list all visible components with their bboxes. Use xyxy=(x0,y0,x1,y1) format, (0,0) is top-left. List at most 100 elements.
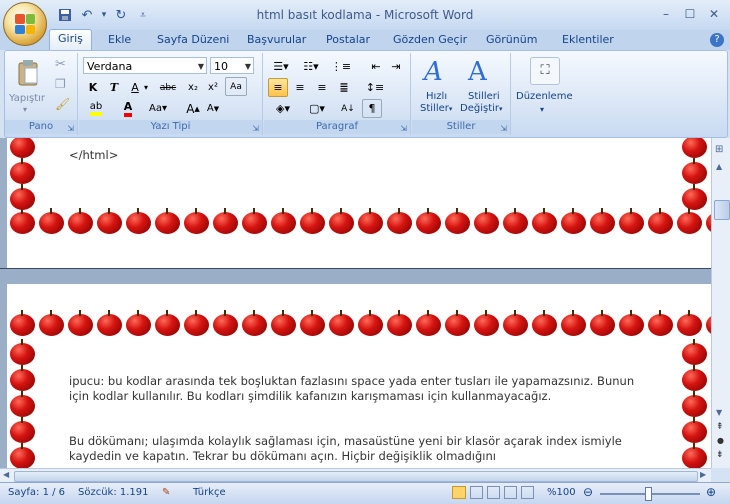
quick-styles-button[interactable]: Stiller▾ xyxy=(420,103,452,114)
vertical-scrollbar[interactable]: ⊞ ▲ ▼ ⇞ ● ⇟ xyxy=(711,138,730,468)
decrease-indent-icon[interactable]: ⇤ xyxy=(366,57,386,76)
shrink-font-icon[interactable]: A ▼ xyxy=(203,99,223,118)
scroll-left-icon[interactable]: ◀ xyxy=(3,470,9,479)
previous-page-icon[interactable]: ⇞ xyxy=(716,422,724,432)
justify-icon[interactable]: ≣ xyxy=(334,78,354,97)
apple-border-icon xyxy=(9,158,36,185)
font-size-combo[interactable]: 10 ▼ xyxy=(210,57,254,74)
help-icon[interactable]: ? xyxy=(710,33,724,47)
numbering-icon[interactable]: ☷▾ xyxy=(298,57,324,76)
tab-basvurular[interactable]: Başvurular xyxy=(247,33,306,46)
apple-border-icon xyxy=(125,208,152,235)
change-styles-icon[interactable]: A xyxy=(468,57,487,87)
font-name-combo[interactable]: Verdana ▼ xyxy=(83,57,207,74)
paste-label[interactable]: Yapıştır xyxy=(9,93,45,104)
quick-styles-label-1[interactable]: Hızlı xyxy=(426,91,447,102)
align-center-icon[interactable]: ≡ xyxy=(290,78,310,97)
full-screen-reading-icon[interactable] xyxy=(470,486,483,499)
apple-border-icon xyxy=(531,310,558,337)
scroll-right-icon[interactable]: ▶ xyxy=(700,470,706,479)
scroll-thumb[interactable] xyxy=(714,200,730,220)
maximize-button[interactable]: ☐ xyxy=(678,5,702,23)
styles-launcher-icon[interactable]: ⇲ xyxy=(500,124,507,133)
ruler-toggle-icon[interactable]: ⊞ xyxy=(715,144,723,155)
bold-icon[interactable]: K xyxy=(83,78,103,97)
italic-icon[interactable]: T xyxy=(104,78,124,97)
paste-dropdown-icon[interactable]: ▾ xyxy=(23,105,27,114)
format-painter-icon[interactable]: 🖌 xyxy=(55,97,70,111)
status-page[interactable]: Sayfa: 1 / 6 xyxy=(8,487,65,498)
close-button[interactable]: ✕ xyxy=(702,5,726,23)
tab-gozden-gecir[interactable]: Gözden Geçir xyxy=(393,33,467,46)
editing-label[interactable]: Düzenleme xyxy=(516,91,573,102)
bullets-icon[interactable]: ☰▾ xyxy=(268,57,294,76)
scroll-up-icon[interactable]: ▲ xyxy=(716,162,722,171)
tab-sayfa-duzeni[interactable]: Sayfa Düzeni xyxy=(157,33,229,46)
subscript-icon[interactable]: x₂ xyxy=(183,78,203,97)
apple-border-icon xyxy=(270,310,297,337)
pano-launcher-icon[interactable]: ⇲ xyxy=(67,124,74,133)
tab-postalar[interactable]: Postalar xyxy=(326,33,370,46)
page-1[interactable]: </html> xyxy=(7,138,711,268)
minimize-button[interactable]: – xyxy=(654,5,678,23)
draft-view-icon[interactable] xyxy=(521,486,534,499)
tab-ekle[interactable]: Ekle xyxy=(108,33,131,46)
binoculars-icon[interactable]: ⛶ xyxy=(530,57,560,85)
outline-view-icon[interactable] xyxy=(504,486,517,499)
strikethrough-icon[interactable]: abc xyxy=(155,78,181,97)
next-page-icon[interactable]: ⇟ xyxy=(716,450,724,460)
status-language[interactable]: Türkçe xyxy=(193,487,226,498)
change-case-icon[interactable]: Aa▾ xyxy=(145,99,171,118)
zoom-slider-thumb[interactable] xyxy=(645,487,652,501)
quick-styles-icon[interactable]: A xyxy=(424,57,443,87)
apple-border-icon xyxy=(328,208,355,235)
paste-icon[interactable] xyxy=(17,59,39,87)
increase-indent-icon[interactable]: ⇥ xyxy=(386,57,406,76)
multilevel-list-icon[interactable]: ⋮≡ xyxy=(328,57,354,76)
sort-icon[interactable]: A↓ xyxy=(338,99,358,118)
page-2[interactable]: ipucu: bu kodlar arasında tek boşluktan … xyxy=(7,284,711,468)
zoom-level[interactable]: %100 xyxy=(547,487,576,498)
clear-formatting-icon[interactable]: Aa xyxy=(225,77,247,96)
tab-eklentiler[interactable]: Eklentiler xyxy=(562,33,614,46)
superscript-icon[interactable]: x² xyxy=(203,78,223,97)
zoom-out-icon[interactable]: ⊖ xyxy=(583,485,593,499)
office-button[interactable] xyxy=(3,2,47,46)
browse-object-icon[interactable]: ● xyxy=(717,436,724,445)
zoom-in-icon[interactable]: ⊕ xyxy=(706,485,716,499)
change-styles-label-1[interactable]: Stilleri xyxy=(468,91,500,102)
cut-icon[interactable]: ✂ xyxy=(55,57,66,72)
chevron-down-icon[interactable]: ▾ xyxy=(540,105,544,114)
font-color-icon[interactable]: A xyxy=(117,99,139,118)
paragraph-launcher-icon[interactable]: ⇲ xyxy=(400,124,407,133)
apple-border-icon xyxy=(444,310,471,337)
apple-border-icon xyxy=(415,310,442,337)
line-spacing-icon[interactable]: ↕≡ xyxy=(362,78,388,97)
change-styles-button[interactable]: Değiştir▾ xyxy=(460,103,503,114)
align-right-icon[interactable]: ≡ xyxy=(312,78,332,97)
apple-border-icon xyxy=(96,310,123,337)
status-words[interactable]: Sözcük: 1.191 xyxy=(78,487,149,498)
copy-icon[interactable]: ❐ xyxy=(55,77,66,91)
shading-icon[interactable]: ◈▾ xyxy=(268,99,298,118)
proofing-icon[interactable]: ✎ xyxy=(162,487,170,498)
grow-font-icon[interactable]: A ▲ xyxy=(183,99,203,118)
apple-border-icon xyxy=(38,310,65,337)
window-title: html basıt kodlama - Microsoft Word xyxy=(256,8,474,22)
print-layout-view-icon[interactable] xyxy=(452,486,466,499)
align-left-icon[interactable]: ≡ xyxy=(268,78,288,97)
web-layout-icon[interactable] xyxy=(487,486,500,499)
chevron-down-icon[interactable]: ▾ xyxy=(141,78,151,97)
office-logo-icon xyxy=(15,14,35,34)
document-area[interactable]: </html> ipucu: bu kodlar arasında tek bo… xyxy=(0,138,711,468)
tab-gorunum[interactable]: Görünüm xyxy=(486,33,537,46)
apple-border-icon xyxy=(183,310,210,337)
highlight-icon[interactable]: ab xyxy=(83,99,109,118)
apple-border-icon xyxy=(154,208,181,235)
font-launcher-icon[interactable]: ⇲ xyxy=(252,124,259,133)
borders-icon[interactable]: ▢▾ xyxy=(302,99,332,118)
show-marks-icon[interactable]: ¶ xyxy=(362,99,382,118)
scroll-down-icon[interactable]: ▼ xyxy=(716,408,722,417)
horizontal-scrollbar[interactable]: ◀ ▶ xyxy=(0,468,711,483)
hscroll-thumb[interactable] xyxy=(14,471,698,482)
